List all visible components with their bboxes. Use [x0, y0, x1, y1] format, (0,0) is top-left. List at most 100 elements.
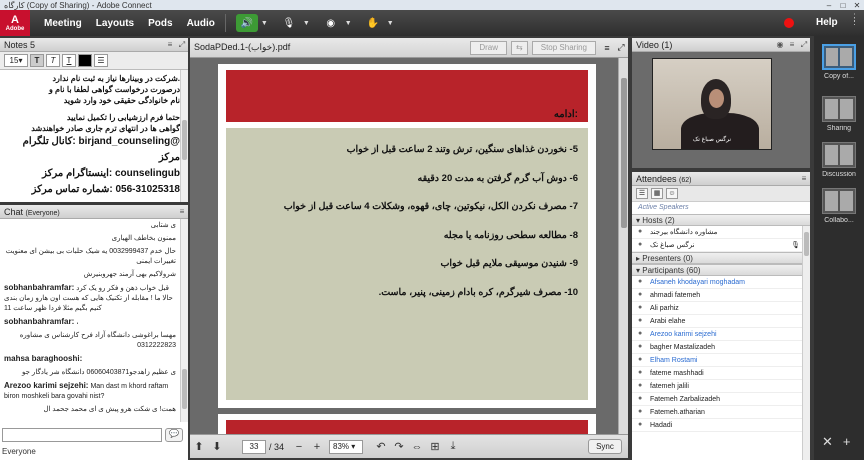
- record-icon[interactable]: [784, 18, 794, 28]
- maximize-pod-icon[interactable]: ⤢: [798, 40, 810, 50]
- participant-row[interactable]: ● Elham Rostami: [632, 354, 810, 367]
- font-size-select[interactable]: 15 ▾: [4, 54, 28, 67]
- speaker-control[interactable]: 🔊 ▼: [235, 14, 268, 32]
- menu-icon[interactable]: ≡: [600, 43, 614, 53]
- participant-row[interactable]: ● Afsaneh khodayari moghadam: [632, 276, 810, 289]
- participant-name: Arabi elahe: [650, 317, 686, 325]
- status-control[interactable]: ✋ ▼: [362, 14, 394, 32]
- page-input[interactable]: 33: [242, 439, 266, 454]
- menu-icon[interactable]: ≡: [164, 40, 176, 49]
- maximize-icon[interactable]: □: [836, 1, 850, 10]
- notes-scrollbar[interactable]: [180, 70, 188, 202]
- chat-message: ی شتابی: [4, 221, 176, 231]
- webcam-icon[interactable]: ◉: [774, 40, 786, 49]
- stop-sharing-button[interactable]: Stop Sharing: [531, 40, 596, 55]
- attendees-scrollbar[interactable]: [802, 226, 810, 460]
- participant-row[interactable]: ● bagher Mastalizadeh: [632, 341, 810, 354]
- fullscreen-icon[interactable]: ⤢: [614, 42, 628, 53]
- menu-layouts[interactable]: Layouts: [96, 18, 134, 29]
- add-layout-icon[interactable]: +: [843, 434, 851, 450]
- speaker-icon[interactable]: 🔊: [235, 14, 258, 32]
- chevron-down-icon[interactable]: ▼: [303, 20, 310, 27]
- chat-message: همت! ی شکت هرو پیش ی ای محمد جحمد ال: [4, 405, 176, 415]
- menu-pods[interactable]: Pods: [148, 18, 172, 29]
- fit-width-icon[interactable]: ⇔: [408, 441, 426, 453]
- participant-row[interactable]: ● ahmadi fatemeh: [632, 289, 810, 302]
- participant-row[interactable]: ● Fatemeh Zarbalizadeh: [632, 393, 810, 406]
- document-viewer[interactable]: ادامه: 5- نخوردن غذاهای سنگین، ترش وتند …: [190, 58, 618, 434]
- tools-icon[interactable]: ✕: [822, 434, 833, 450]
- rotate-left-icon[interactable]: ↶: [372, 440, 390, 453]
- fit-page-icon[interactable]: ⊞: [426, 440, 444, 453]
- page-up-icon[interactable]: ⬆: [190, 440, 208, 453]
- chevron-down-icon[interactable]: ▼: [345, 20, 352, 27]
- adobe-logo: A Adobe: [0, 10, 30, 36]
- chevron-down-icon[interactable]: ▼: [261, 20, 268, 27]
- attendee-row[interactable]: ● مشاوره دانشگاه بیرجند: [632, 226, 810, 239]
- zoom-in-icon[interactable]: +: [308, 441, 326, 453]
- chat-input[interactable]: [2, 428, 162, 442]
- person-face: [709, 89, 724, 108]
- participant-row[interactable]: ● Arabi elahe: [632, 315, 810, 328]
- bold-icon[interactable]: T: [30, 54, 44, 67]
- minimize-icon[interactable]: –: [822, 1, 836, 10]
- maximize-pod-icon[interactable]: ⤢: [176, 40, 188, 50]
- list-icon[interactable]: ☰: [94, 54, 108, 67]
- chat-scrollbar[interactable]: [180, 219, 188, 422]
- zoom-select[interactable]: 83% ▾: [329, 439, 364, 454]
- grid-view-icon[interactable]: ▦: [651, 188, 663, 199]
- participant-row[interactable]: ● Hadadi: [632, 419, 810, 432]
- menu-icon[interactable]: ≡: [798, 174, 810, 183]
- user-icon: ●: [638, 278, 643, 285]
- participant-row[interactable]: ● Ali parhiz: [632, 302, 810, 315]
- menu-icon[interactable]: ≡: [786, 40, 798, 49]
- status-icon[interactable]: ☺: [666, 188, 678, 199]
- scroll-thumb[interactable]: [182, 369, 187, 409]
- page-down-icon[interactable]: ⬇: [208, 440, 226, 453]
- hosts-label: Hosts (2): [642, 216, 675, 225]
- scroll-thumb[interactable]: [804, 232, 809, 256]
- video-feed[interactable]: نرگس صباغ تک: [652, 58, 772, 150]
- document-scrollbar[interactable]: [618, 58, 628, 434]
- microphone-icon[interactable]: 🎙: [278, 14, 300, 32]
- hosts-group[interactable]: ▾ Hosts (2): [632, 214, 810, 226]
- participants-group[interactable]: ▾ Participants (60): [632, 264, 810, 276]
- participant-row[interactable]: ● Fatemeh.atharian: [632, 406, 810, 419]
- layout-label: Collabo...: [824, 217, 854, 224]
- scroll-thumb[interactable]: [182, 120, 187, 160]
- color-picker[interactable]: [78, 54, 92, 67]
- share-toolbar: SodaPDed.1-(خواب).pdf Draw ⇆ Stop Sharin…: [190, 38, 628, 58]
- notes-content[interactable]: .شرکت در وبینارها نیاز به ثبت نام ندارد …: [0, 70, 188, 198]
- participant-row[interactable]: ● fatemeh jalili: [632, 380, 810, 393]
- menu-icon[interactable]: ≡: [176, 207, 188, 216]
- microphone-control[interactable]: 🎙 ▼: [278, 14, 310, 32]
- list-view-icon[interactable]: ☰: [636, 188, 648, 199]
- rotate-right-icon[interactable]: ↷: [390, 440, 408, 453]
- chevron-down-icon[interactable]: ▼: [387, 20, 394, 27]
- underline-icon[interactable]: T: [62, 54, 76, 67]
- share-icon[interactable]: ⇆: [511, 40, 528, 55]
- participant-row[interactable]: ● fateme mashhadi: [632, 367, 810, 380]
- webcam-icon[interactable]: ◉: [320, 14, 342, 32]
- menu-meeting[interactable]: Meeting: [44, 18, 82, 29]
- participant-row[interactable]: ● Arezoo karimi sejzehi: [632, 328, 810, 341]
- layout-collaboration[interactable]: Collabo...: [820, 188, 858, 224]
- help-menu[interactable]: Help: [816, 17, 838, 28]
- menu-audio[interactable]: Audio: [187, 18, 215, 29]
- close-icon[interactable]: ✕: [850, 1, 864, 10]
- zoom-out-icon[interactable]: −: [290, 441, 308, 453]
- attendee-row[interactable]: ● نرگس صباغ تک 🎙: [632, 239, 810, 252]
- raise-hand-icon[interactable]: ✋: [362, 14, 384, 32]
- chat-recipient[interactable]: Everyone: [2, 444, 36, 458]
- italic-icon[interactable]: T: [46, 54, 60, 67]
- webcam-control[interactable]: ◉ ▼: [320, 14, 352, 32]
- presenters-group[interactable]: ▸ Presenters (0): [632, 252, 810, 264]
- download-icon[interactable]: ⤓: [444, 440, 462, 453]
- layout-discussion[interactable]: Discussion: [820, 142, 858, 178]
- layout-copy-of-sharing[interactable]: Copy of...: [820, 44, 858, 80]
- sync-button[interactable]: Sync: [588, 439, 622, 454]
- scroll-thumb[interactable]: [621, 78, 627, 228]
- draw-button[interactable]: Draw: [470, 40, 508, 55]
- layout-sharing[interactable]: Sharing: [820, 96, 858, 132]
- send-button[interactable]: 💬: [165, 428, 183, 442]
